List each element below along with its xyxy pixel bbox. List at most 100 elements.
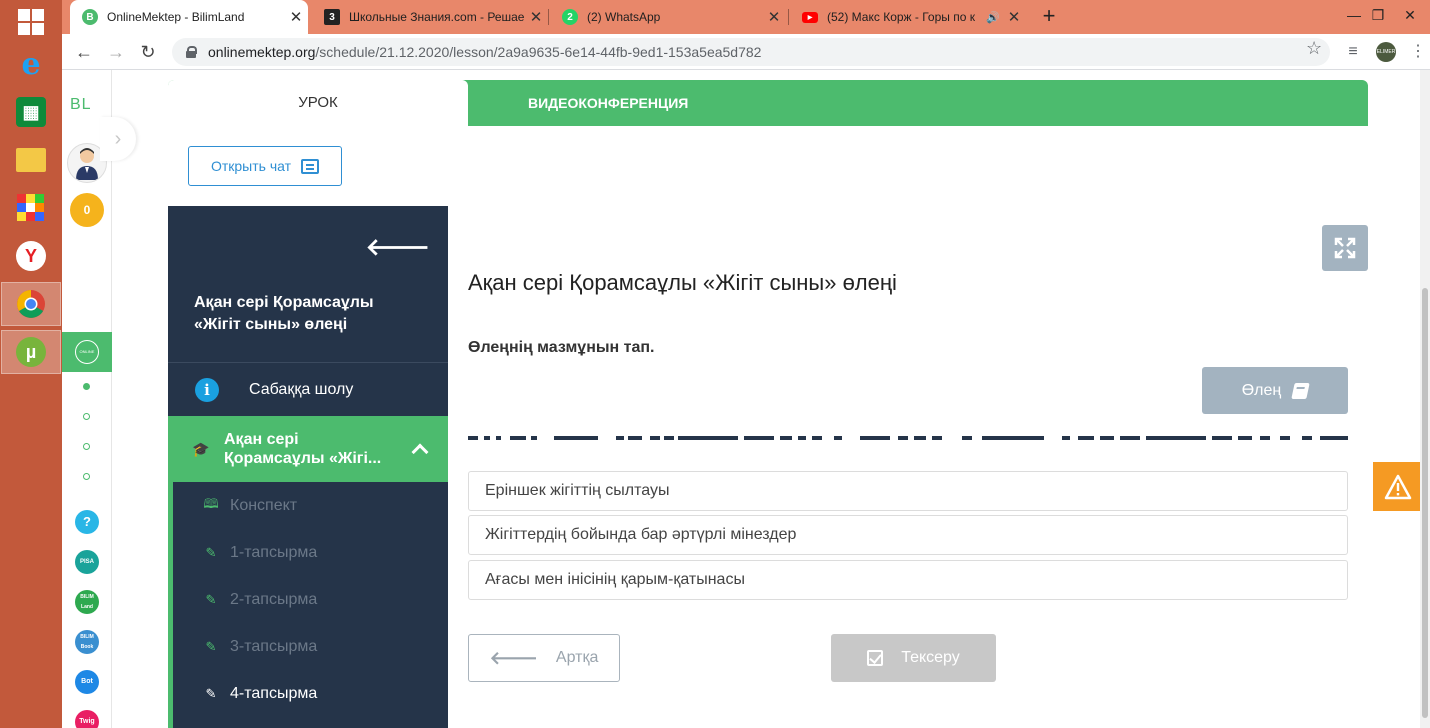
edit-icon: ✎ <box>205 544 217 560</box>
kebab-menu-icon[interactable]: ⋮ <box>1407 41 1429 63</box>
book-icon <box>1291 382 1310 399</box>
site-rail: BL 0 ONLINE MEKTEP ? PISA BILIM Land BIL… <box>62 70 112 728</box>
active-section-item[interactable]: 🎓 Ақан сері Қорамсаұлы «Жігі... <box>168 416 448 482</box>
taskbar-file-explorer[interactable] <box>1 138 61 182</box>
taskbar-cube-app[interactable] <box>1 186 61 230</box>
twig-app-icon[interactable]: Twig <box>75 710 99 728</box>
lesson-overview-item[interactable]: i Сабаққа шолу <box>168 363 448 416</box>
bilimland-logo[interactable]: BL <box>70 96 92 114</box>
scrollbar-thumb[interactable] <box>1422 288 1428 718</box>
close-tab-icon[interactable]: ✕ <box>1002 8 1026 26</box>
page-title: Ақан сері Қорамсаұлы «Жігіт сыны» өлеңі <box>468 270 897 295</box>
internet-explorer-icon: e <box>21 46 41 82</box>
windows-taskbar: e ▦ Y µ <box>0 0 62 728</box>
browser-tab-whatsapp[interactable]: 2 (2) WhatsApp ✕ <box>550 0 786 34</box>
speaker-icon[interactable]: 🔊 <box>986 11 1000 24</box>
bilimland-app-icon[interactable]: BILIM Land <box>75 590 99 614</box>
sidebar-item-task-1[interactable]: ✎ 1-тапсырма <box>173 529 448 576</box>
close-tab-icon[interactable]: ✕ <box>284 8 308 26</box>
sidebar-item-label: 3-тапсырма <box>230 637 318 655</box>
bilimland-favicon-icon: B <box>82 9 98 25</box>
active-section-label: Ақан сері Қорамсаұлы «Жігі... <box>224 431 382 467</box>
close-window-button[interactable]: ✕ <box>1390 0 1430 34</box>
tab-title: OnlineMektep - BilimLand <box>107 10 245 24</box>
bilimbook-app-icon[interactable]: BILIM Book <box>75 630 99 654</box>
tab-title: (52) Макс Корж - Горы по к <box>827 10 975 24</box>
report-problem-button[interactable] <box>1373 462 1423 511</box>
pisa-app-icon[interactable]: PISA <box>75 550 99 574</box>
store-icon: ▦ <box>16 97 46 127</box>
online-mektep-nav[interactable]: ONLINE MEKTEP <box>62 332 112 376</box>
bookmark-star-icon[interactable]: ☆ <box>1306 38 1322 59</box>
lesson-title: Ақан сері Қорамсаұлы «Жігіт сыны» өлеңі <box>194 294 374 333</box>
profile-avatar[interactable]: ELIMER <box>1376 42 1396 62</box>
browser-tab-onlinemektep[interactable]: B OnlineMektep - BilimLand ✕ <box>70 0 308 34</box>
lesson-tabs: УРОК ВИДЕОКОНФЕРЕНЦИЯ <box>168 80 1368 126</box>
answer-option[interactable]: Ағасы мен інісінің қарым-қатынасы <box>468 560 1348 600</box>
close-tab-icon[interactable]: ✕ <box>524 8 548 26</box>
lesson-overview-label: Сабаққа шолу <box>249 380 354 398</box>
address-bar[interactable]: onlinemektep.org/schedule/21.12.2020/les… <box>172 38 1330 66</box>
fullscreen-button[interactable] <box>1322 225 1368 271</box>
open-chat-label: Открыть чат <box>210 158 292 174</box>
sidebar-item-task-3[interactable]: ✎ 3-тапсырма <box>173 623 448 670</box>
sidebar-item-label: Конспект <box>230 496 298 514</box>
lock-icon <box>186 46 197 58</box>
rubik-cube-icon <box>17 194 44 221</box>
edit-icon: ✎ <box>205 685 217 701</box>
answer-option[interactable]: Жігіттердің бойында бар әртүрлі мінездер <box>468 515 1348 555</box>
check-button-label: Тексеру <box>901 649 960 666</box>
poem-button[interactable]: Өлең <box>1202 367 1348 414</box>
coins-badge[interactable]: 0 <box>70 193 104 227</box>
bot-app-icon[interactable]: Bot <box>75 670 99 694</box>
answer-option[interactable]: Еріншек жігіттің сылтауы <box>468 471 1348 511</box>
sidebar-item-task-4[interactable]: ✎ 4-тапсырма <box>173 670 448 717</box>
yandex-icon: Y <box>16 241 46 271</box>
media-queue-icon[interactable]: ≡ <box>1342 41 1364 63</box>
expand-icon <box>1334 237 1356 259</box>
poem-button-label: Өлең <box>1241 381 1282 399</box>
forward-arrow-icon[interactable]: → <box>104 40 128 64</box>
step-dot[interactable] <box>83 443 90 450</box>
back-arrow-icon[interactable]: ← <box>72 40 96 64</box>
taskbar-store[interactable]: ▦ <box>1 90 61 134</box>
tab-title: Школьные Знания.com - Решаем <box>349 10 524 24</box>
close-tab-icon[interactable]: ✕ <box>762 8 786 26</box>
chevron-up-icon <box>411 443 429 461</box>
online-mektep-icon: ONLINE MEKTEP <box>75 340 99 376</box>
question-text: Өлеңнің мазмұнын тап. <box>468 339 655 356</box>
browser-tab-znanija[interactable]: 3 Школьные Знания.com - Решаем ✕ <box>312 0 548 34</box>
tab-divider <box>788 9 789 25</box>
browser-tab-youtube[interactable]: ▶ (52) Макс Корж - Горы по к 🔊 ✕ <box>790 0 1026 34</box>
answer-blank-placeholder <box>468 436 1348 442</box>
znanija-favicon-icon: 3 <box>324 9 340 25</box>
rail-expand-chevron-icon[interactable]: › <box>100 117 136 161</box>
chrome-icon <box>17 290 45 318</box>
taskbar-chrome[interactable] <box>1 282 61 326</box>
step-dot[interactable] <box>83 413 90 420</box>
student-avatar-icon <box>76 148 98 180</box>
taskbar-internet-explorer[interactable]: e <box>1 42 61 86</box>
open-chat-button[interactable]: Открыть чат <box>188 146 342 186</box>
tab-lesson[interactable]: УРОК <box>168 80 468 126</box>
sidebar-item-konspekt[interactable]: 🕮 Конспект <box>173 482 448 529</box>
help-icon[interactable]: ? <box>75 510 99 534</box>
sidebar-item-task-2[interactable]: ✎ 2-тапсырма <box>173 576 448 623</box>
sidebar-collapse-arrow-icon[interactable]: 🡐 <box>366 232 430 262</box>
windows-start-button[interactable] <box>1 0 61 44</box>
lesson-sidebar: 🡐 Ақан сері Қорамсаұлы «Жігіт сыны» өлең… <box>168 206 448 728</box>
tab-videoconference[interactable]: ВИДЕОКОНФЕРЕНЦИЯ <box>528 80 688 126</box>
info-icon: i <box>195 377 219 402</box>
step-dot[interactable] <box>83 473 90 480</box>
taskbar-yandex[interactable]: Y <box>1 234 61 278</box>
check-button[interactable]: Тексеру <box>831 634 996 682</box>
arrow-left-icon: 🡐 <box>489 647 538 668</box>
back-button[interactable]: 🡐 Артқа <box>468 634 620 682</box>
new-tab-button[interactable]: + <box>1036 4 1062 30</box>
reload-icon[interactable]: ↻ <box>136 40 160 64</box>
edit-icon: ✎ <box>205 591 217 607</box>
sidebar-item-label: 4-тапсырма <box>230 684 318 702</box>
step-dot[interactable] <box>83 383 90 390</box>
sidebar-item-label: 2-тапсырма <box>230 590 318 608</box>
taskbar-utorrent[interactable]: µ <box>1 330 61 374</box>
